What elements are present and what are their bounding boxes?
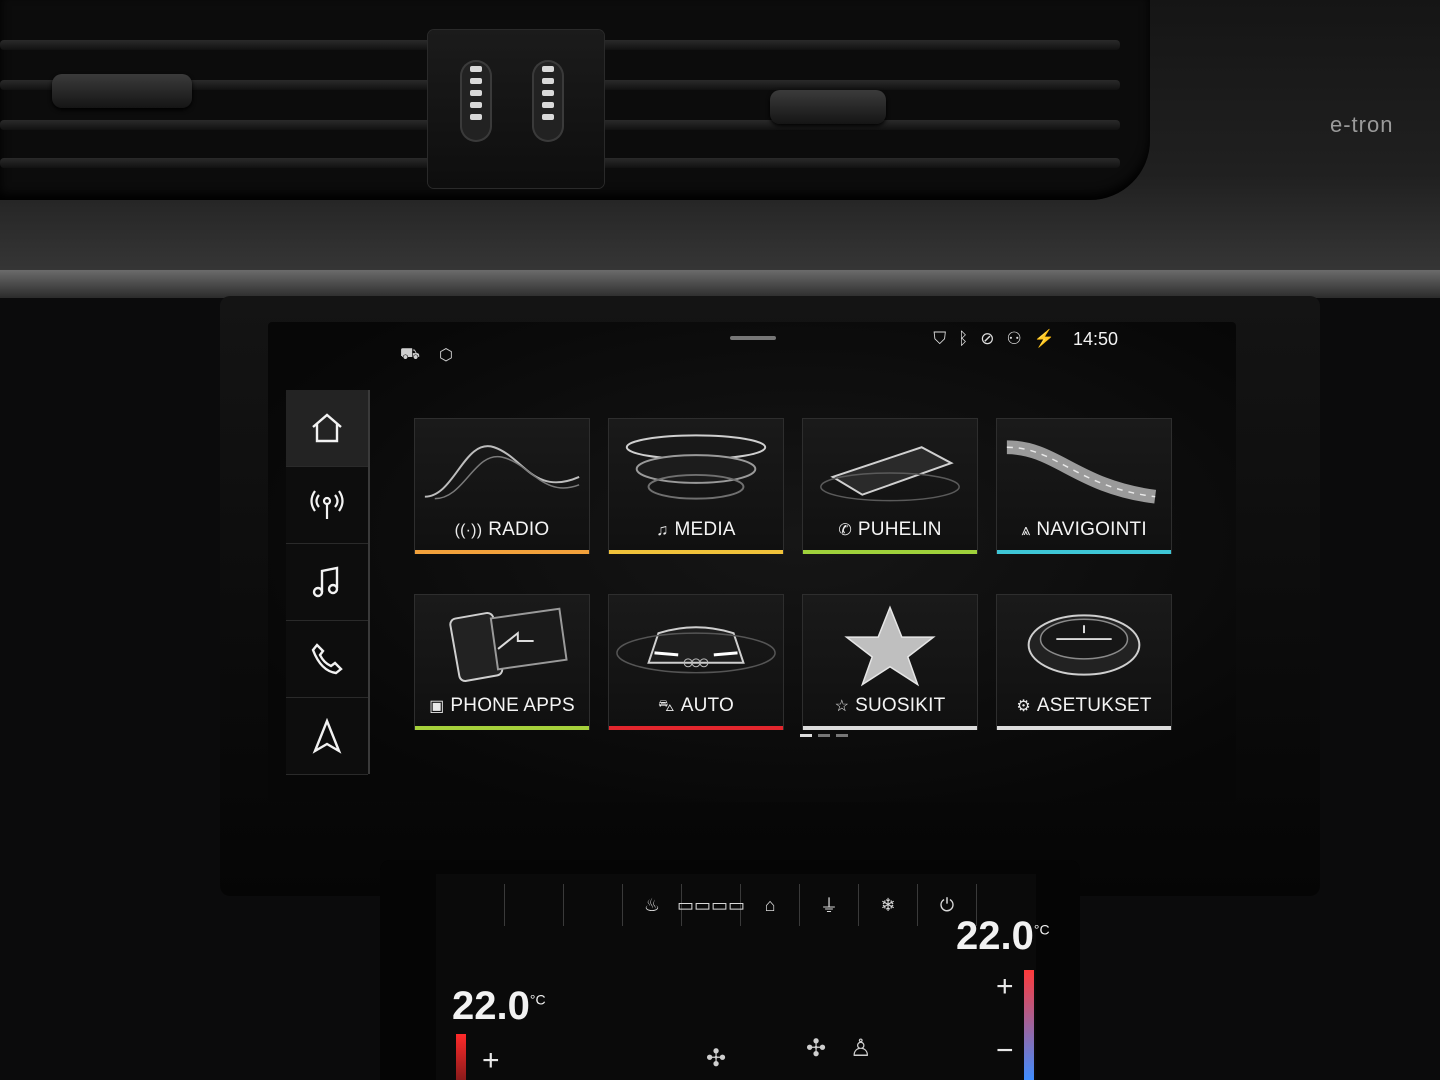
tile-phone-apps[interactable]: ▣ PHONE APPS bbox=[414, 594, 590, 730]
tile-label: PUHELIN bbox=[857, 519, 942, 540]
sidebar-item-home[interactable] bbox=[286, 390, 368, 467]
navigation-icon: ⩓ bbox=[1021, 522, 1031, 539]
star-art bbox=[844, 605, 936, 687]
tile-label: RADIO bbox=[488, 519, 550, 540]
tile-accent bbox=[415, 726, 589, 730]
phone-apps-icon: ▣ bbox=[429, 698, 445, 715]
tile-suosikit[interactable]: ☆ SUOSIKIT bbox=[802, 594, 978, 730]
tile-accent bbox=[803, 550, 977, 554]
page-dot bbox=[800, 734, 812, 737]
radio-wave-art bbox=[424, 445, 580, 500]
temp-right-minus[interactable]: − bbox=[996, 1034, 1014, 1068]
climate-panel: ♨ ▭▭▭▭ ⌂ ⏚ ❄ ⏻ 22.0°C 22.0°C + + − ✣ ✣ ♙ bbox=[380, 860, 1080, 1080]
page-indicator[interactable] bbox=[800, 734, 848, 737]
pull-down-handle[interactable] bbox=[730, 336, 776, 340]
vent-knob-right[interactable] bbox=[770, 90, 886, 124]
temp-left[interactable]: 22.0°C bbox=[452, 984, 546, 1029]
temp-right[interactable]: 22.0°C bbox=[956, 914, 1050, 959]
fan-icon[interactable]: ✣ bbox=[806, 1034, 826, 1063]
car-icon: ⛍ bbox=[658, 698, 675, 715]
rear-window-icon[interactable]: ▭▭▭▭ bbox=[677, 884, 745, 926]
shield-icon: ⛉ bbox=[933, 329, 947, 348]
tile-label: ASETUKSET bbox=[1036, 695, 1152, 716]
sidebar-item-navigation[interactable] bbox=[286, 698, 368, 775]
temp-right-plus[interactable]: + bbox=[996, 970, 1014, 1004]
plug-icon[interactable]: ⏚ bbox=[800, 884, 859, 926]
phone-icon bbox=[311, 643, 343, 675]
bluetooth-icon: ᛒ bbox=[958, 329, 969, 348]
app-grid: ((·)) RADIO ♫ MEDIA ✆ PUHELIN ⩓ NAVIGOIN… bbox=[414, 418, 1172, 748]
seat-heat-icon[interactable]: ♨ bbox=[623, 884, 682, 926]
clock: 14:50 bbox=[1072, 328, 1118, 349]
status-bar: ⛉ ᛒ ⊘ ⚇ ⚡ 14:50 bbox=[933, 326, 1118, 352]
tile-radio[interactable]: ((·)) RADIO bbox=[414, 418, 590, 554]
mute-icon: ⊘ bbox=[980, 329, 995, 348]
star-icon: ☆ bbox=[834, 698, 850, 715]
tile-media[interactable]: ♫ MEDIA bbox=[608, 418, 784, 554]
sidebar-item-music[interactable] bbox=[286, 544, 368, 621]
tile-label: SUOSIKIT bbox=[855, 695, 946, 716]
tile-accent bbox=[803, 726, 977, 730]
climate-button-blank[interactable] bbox=[564, 884, 623, 926]
home-air-icon[interactable]: ⌂ bbox=[741, 884, 800, 926]
etron-badge: e-tron bbox=[1330, 112, 1394, 137]
charging-icon: ⚡ bbox=[1033, 329, 1055, 348]
tile-label: AUTO bbox=[680, 695, 734, 716]
infotainment-screen: ⛟ ⬡ ⛉ ᛒ ⊘ ⚇ ⚡ 14:50 ((·)) RADIO ♫ MEDIA … bbox=[268, 322, 1236, 802]
climate-screen: ♨ ▭▭▭▭ ⌂ ⏚ ❄ ⏻ 22.0°C 22.0°C + + − ✣ ✣ ♙ bbox=[436, 874, 1050, 1080]
climate-button-blank[interactable] bbox=[505, 884, 564, 926]
dashboard-trim bbox=[0, 270, 1440, 298]
vent-switch-right[interactable] bbox=[532, 60, 564, 142]
car-connect-icon[interactable]: ⛟ bbox=[398, 344, 422, 366]
tile-label: MEDIA bbox=[674, 519, 736, 540]
tile-accent bbox=[609, 726, 783, 730]
music-note-icon: ♫ bbox=[656, 522, 669, 539]
tile-accent bbox=[997, 726, 1171, 730]
tile-label: PHONE APPS bbox=[450, 695, 575, 716]
phone-art bbox=[820, 446, 960, 502]
page-dot bbox=[836, 734, 848, 737]
sidebar-item-radio[interactable] bbox=[286, 467, 368, 544]
package-icon[interactable]: ⬡ bbox=[434, 344, 458, 366]
media-disc-art bbox=[625, 434, 767, 500]
tile-accent bbox=[415, 550, 589, 554]
fan-icon[interactable]: ✣ bbox=[706, 1044, 726, 1073]
tile-navigointi[interactable]: ⩓ NAVIGOINTI bbox=[996, 418, 1172, 554]
heat-bar-left bbox=[456, 1034, 466, 1080]
tile-auto[interactable]: ⛍ AUTO bbox=[608, 594, 784, 730]
tile-asetukset[interactable]: ⚙ ASETUKSET bbox=[996, 594, 1172, 730]
vent-knob-left[interactable] bbox=[52, 74, 192, 108]
page-dot bbox=[818, 734, 830, 737]
home-icon bbox=[312, 413, 342, 443]
car-front-art bbox=[616, 626, 776, 674]
sidebar bbox=[286, 390, 370, 775]
top-left-icons: ⛟ ⬡ bbox=[398, 344, 458, 366]
phone-apps-art bbox=[449, 607, 568, 682]
climate-button-row: ♨ ▭▭▭▭ ⌂ ⏚ ❄ ⏻ bbox=[446, 884, 1026, 930]
heat-bar-right bbox=[1024, 970, 1034, 1080]
tile-label: NAVIGOINTI bbox=[1036, 519, 1147, 540]
phone-icon: ✆ bbox=[838, 522, 852, 539]
defrost-off-icon[interactable]: ❄ bbox=[859, 884, 918, 926]
music-note-icon bbox=[312, 566, 339, 598]
temp-left-plus[interactable]: + bbox=[482, 1044, 500, 1078]
vent-switch-left[interactable] bbox=[460, 60, 492, 142]
tile-accent bbox=[609, 550, 783, 554]
passenger-icon: ⚇ bbox=[1006, 329, 1022, 348]
sidebar-item-phone[interactable] bbox=[286, 621, 368, 698]
vent-controls bbox=[428, 30, 604, 188]
settings-dial-art bbox=[1027, 614, 1141, 676]
tile-puhelin[interactable]: ✆ PUHELIN bbox=[802, 418, 978, 554]
radio-icon bbox=[310, 490, 344, 519]
tile-accent bbox=[997, 550, 1171, 554]
navigation-icon bbox=[312, 718, 342, 754]
road-art bbox=[1006, 440, 1157, 504]
radio-icon: ((·)) bbox=[454, 522, 483, 539]
air-vent bbox=[0, 0, 1150, 200]
seat-icon[interactable]: ♙ bbox=[850, 1034, 872, 1063]
climate-button-blank[interactable] bbox=[446, 884, 505, 926]
gear-icon: ⚙ bbox=[1016, 698, 1031, 715]
